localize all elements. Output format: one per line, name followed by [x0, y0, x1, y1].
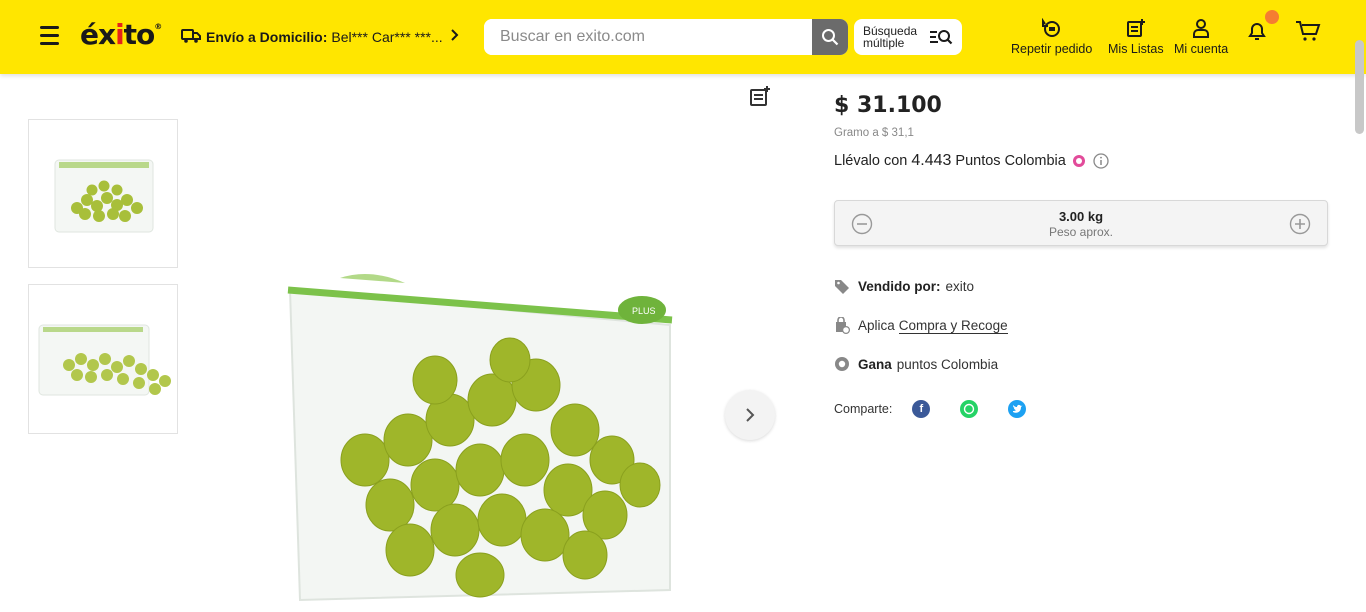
quantity-note: Peso aprox. — [1048, 225, 1114, 239]
notifications-button[interactable] — [1246, 10, 1279, 47]
product-main-image[interactable]: PLUS — [240, 120, 720, 607]
share-row: Comparte: f — [834, 400, 1027, 418]
my-account-button[interactable]: Mi cuenta — [1174, 18, 1228, 56]
search-input[interactable] — [484, 19, 812, 55]
chevron-right-icon — [450, 28, 459, 46]
notification-badge — [1265, 10, 1279, 24]
earn-label: Gana — [858, 356, 892, 372]
share-label: Comparte: — [834, 402, 893, 416]
facebook-icon[interactable]: f — [912, 400, 931, 418]
tag-icon — [834, 278, 850, 294]
cart-button[interactable] — [1295, 20, 1321, 47]
grapes-bag-thumbnail-image — [54, 159, 154, 233]
plus-circle-icon[interactable] — [1289, 213, 1311, 235]
search-button[interactable] — [812, 19, 848, 55]
repeat-order-icon — [1041, 18, 1060, 37]
list-search-icon — [930, 30, 953, 45]
search-bar — [484, 19, 848, 55]
next-image-button[interactable] — [725, 390, 775, 440]
list-add-icon — [1126, 19, 1145, 37]
multi-search-label-2: múltiple — [863, 36, 905, 50]
product-thumbnail-2[interactable] — [28, 284, 178, 434]
my-account-label: Mi cuenta — [1174, 42, 1229, 56]
product-thumbnail-1[interactable] — [28, 119, 178, 268]
sold-by-value: exito — [945, 278, 975, 294]
unit-price: Gramo a $ 31,1 — [834, 127, 914, 139]
page-scrollbar[interactable] — [1355, 40, 1364, 134]
quantity-value: 3.00 kg — [1058, 209, 1104, 224]
points-prefix: Llévalo con — [834, 153, 908, 169]
sold-by-label: Vendido por: — [858, 278, 941, 294]
points-info: Llévalo con 4.443 Puntos Colombia — [834, 152, 1109, 170]
pickup-link[interactable]: Compra y Recoge — [898, 318, 1008, 334]
puntos-icon — [834, 356, 850, 372]
bell-icon — [1248, 23, 1266, 40]
whatsapp-icon[interactable] — [960, 400, 979, 418]
delivery-address: Bel*** Car*** ***... — [331, 29, 443, 45]
user-icon — [1193, 19, 1210, 38]
bag-print-text: PLUS — [632, 306, 656, 316]
my-lists-label: Mis Listas — [1108, 42, 1164, 56]
multi-search-button[interactable]: Búsqueda múltiple — [854, 19, 962, 55]
repeat-order-button[interactable]: Repetir pedido — [1011, 18, 1092, 56]
cart-icon — [1296, 21, 1321, 41]
chevron-right-icon — [746, 408, 755, 422]
earn-value: puntos Colombia — [896, 356, 999, 372]
twitter-icon[interactable] — [1008, 400, 1027, 418]
store-pickup-icon — [834, 317, 850, 334]
applies-label: Aplica — [858, 318, 895, 333]
add-to-list-button[interactable] — [749, 85, 771, 112]
menu-icon[interactable] — [40, 26, 59, 45]
points-value: 4.443 — [911, 152, 952, 169]
exito-logo[interactable]: éxito® — [80, 18, 162, 51]
list-add-icon — [750, 86, 770, 106]
pickup-row: Aplica Compra y Recoge — [834, 317, 1008, 334]
quantity-stepper: 3.00 kg Peso aprox. — [834, 200, 1328, 246]
sold-by-row: Vendido por: exito — [834, 278, 974, 294]
delivery-label: Envío a Domicilio: — [206, 29, 328, 45]
delivery-address-selector[interactable]: Envío a Domicilio: Bel*** Car*** ***... — [181, 28, 459, 46]
puntos-colombia-icon — [1072, 155, 1085, 167]
my-lists-button[interactable]: Mis Listas — [1108, 18, 1164, 56]
search-icon — [822, 29, 839, 46]
grapes-side-thumbnail-image — [38, 324, 171, 396]
truck-icon — [181, 28, 201, 46]
info-icon[interactable] — [1093, 153, 1109, 169]
earn-points-row: Gana puntos Colombia — [834, 356, 998, 372]
product-price: $ 31.100 — [834, 93, 942, 118]
top-header: éxito® Envío a Domicilio: Bel*** Car*** … — [0, 0, 1366, 74]
points-suffix: Puntos Colombia — [955, 153, 1066, 169]
repeat-order-label: Repetir pedido — [1011, 42, 1093, 56]
